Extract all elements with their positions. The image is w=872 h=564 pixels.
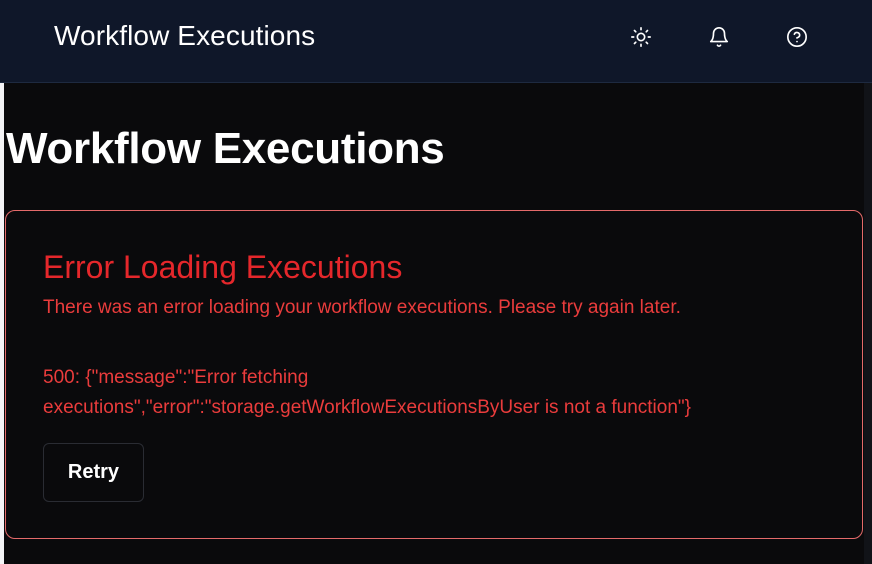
- help-circle-icon: [787, 27, 807, 47]
- notifications-button[interactable]: [702, 20, 736, 54]
- retry-button[interactable]: Retry: [43, 443, 144, 502]
- top-header: Workflow Executions: [0, 0, 872, 83]
- theme-toggle-button[interactable]: [624, 20, 658, 54]
- error-description: There was an error loading your workflow…: [43, 297, 681, 318]
- left-edge-strip: [0, 83, 4, 564]
- error-details-line: 500: {"message":"Error fetching: [43, 367, 309, 388]
- bell-icon: [709, 27, 729, 47]
- sun-icon: [631, 27, 651, 47]
- error-card: Error Loading Executions There was an er…: [5, 210, 863, 539]
- help-button[interactable]: [780, 20, 814, 54]
- page-title: Workflow Executions: [6, 124, 445, 173]
- right-scroll-strip: [864, 83, 872, 564]
- header-title: Workflow Executions: [54, 20, 316, 51]
- error-details: 500: {"message":"Error fetching executio…: [43, 363, 823, 423]
- error-title: Error Loading Executions: [43, 249, 403, 285]
- error-details-line: executions","error":"storage.getWorkflow…: [43, 397, 692, 418]
